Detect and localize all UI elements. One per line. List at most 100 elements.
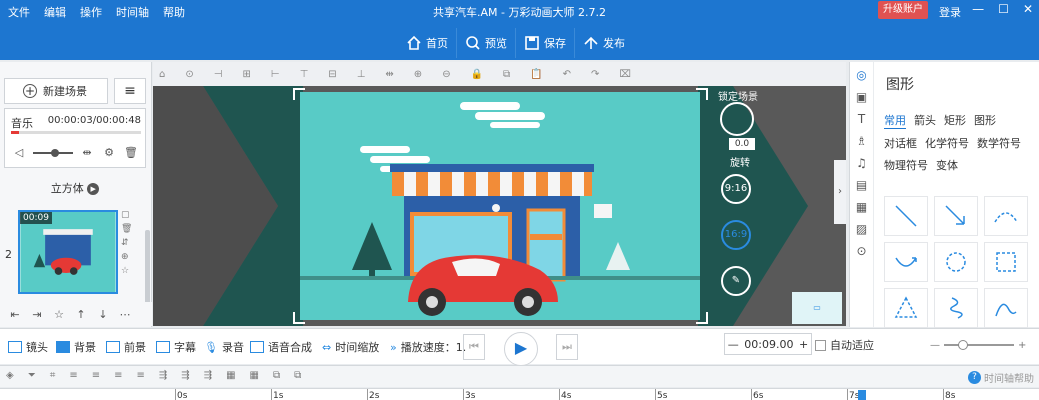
volume-knob[interactable] (51, 149, 59, 157)
delete-scene-icon[interactable]: 🗑 (121, 224, 132, 234)
time-decrease-button[interactable]: — (728, 338, 739, 351)
foreground-button[interactable]: 前景 (106, 339, 146, 355)
login-link[interactable]: 登录 (939, 4, 961, 20)
subtitle-button[interactable]: 字幕 (156, 339, 196, 355)
close-icon[interactable]: ✕ (1023, 2, 1033, 16)
more-options-icon[interactable]: ⊙ (185, 69, 193, 80)
distribute-track2-icon[interactable]: ⇶ (181, 370, 189, 381)
grid2-icon[interactable]: ▦ (250, 370, 259, 381)
play-button[interactable]: ▶ (504, 332, 538, 366)
tts-button[interactable]: 语音合成 (250, 339, 312, 355)
lock-icon[interactable]: 🔒 (471, 69, 483, 80)
canvas-area[interactable]: 锁定场景 0.0 旋转 9:16 16:9 ✎ (153, 86, 846, 326)
minimize-icon[interactable]: — (972, 2, 984, 16)
more-tools-icon[interactable]: ⊙ (856, 244, 866, 258)
timeline-zoom-slider[interactable]: — + (930, 340, 1030, 351)
music-icon[interactable]: ♫ (856, 156, 867, 170)
previous-frame-icon[interactable]: ⏮ (463, 334, 485, 360)
transition-play-icon[interactable]: ▶ (87, 183, 100, 195)
preview-button[interactable]: 预览 (456, 28, 515, 58)
tab-shapes[interactable]: 图形 (974, 112, 996, 129)
zoom-out-icon[interactable]: ⊖ (442, 69, 450, 80)
background-button[interactable]: 背景 (56, 339, 96, 355)
undo-icon[interactable]: ↶ (563, 69, 571, 80)
paste-track-icon[interactable]: ⧉ (294, 370, 301, 381)
photo-icon[interactable]: ▨ (856, 222, 867, 236)
auto-fit-checkbox[interactable] (815, 339, 826, 351)
settings-icon[interactable]: ⚙ (101, 145, 117, 161)
tab-common[interactable]: 常用 (884, 112, 906, 129)
tab-chemistry[interactable]: 化学符号 (925, 135, 969, 151)
grid-icon[interactable]: ▦ (226, 370, 235, 381)
upgrade-account-button[interactable]: 升级账户 (878, 1, 928, 19)
delete-icon[interactable]: 🗑 (123, 145, 139, 161)
arc-shape[interactable] (984, 196, 1028, 236)
favorite-scene-icon[interactable]: ☆ (121, 266, 132, 276)
align-right-icon[interactable]: ⊢ (271, 69, 280, 80)
playhead-marker[interactable] (858, 390, 866, 400)
filter-icon[interactable]: ⏷ (28, 370, 36, 381)
auto-fit-toggle[interactable]: 自动适应 (815, 337, 874, 353)
zoom-in-small-icon[interactable]: + (1018, 340, 1026, 351)
rotation-dial[interactable] (720, 102, 754, 136)
role-icon[interactable]: ♗ (856, 134, 867, 148)
tab-physics[interactable]: 物理符号 (884, 157, 928, 173)
tab-variants[interactable]: 变体 (936, 157, 958, 173)
maximize-icon[interactable]: ☐ (998, 2, 1009, 16)
move-down-icon[interactable]: ↓ (94, 308, 112, 321)
music-progress-track[interactable] (11, 131, 141, 134)
line-shape[interactable] (884, 196, 928, 236)
time-scale-button[interactable]: ⇔ 时间缩放 (322, 339, 379, 355)
gallery-icon[interactable]: ▦ (856, 200, 867, 214)
distribute-track3-icon[interactable]: ⇶ (204, 370, 212, 381)
logo-thumbnail[interactable]: ▭ (792, 292, 842, 324)
keyframe-icon[interactable]: ◈ (6, 370, 14, 381)
transition-row[interactable]: 立方体 ▶ (4, 180, 146, 196)
import-icon[interactable]: ⇤ (6, 308, 24, 321)
arrow-shape[interactable] (934, 196, 978, 236)
shapes-icon[interactable]: ◎ (856, 68, 866, 82)
align-track2-icon[interactable]: ≡ (92, 370, 100, 381)
distribute-track-icon[interactable]: ⇶ (159, 370, 167, 381)
image-icon[interactable]: ▣ (856, 90, 867, 104)
scene-list-menu-icon[interactable]: ≡ (114, 78, 146, 104)
align-left-icon[interactable]: ⊣ (214, 69, 223, 80)
camera-button[interactable]: 镜头 (8, 339, 48, 355)
curve-arrow-shape[interactable] (884, 242, 928, 282)
squiggle-shape[interactable] (934, 288, 978, 328)
lock-scene-label[interactable]: 锁定场景 (718, 88, 758, 103)
move-up-icon[interactable]: ↑ (72, 308, 90, 321)
tab-math[interactable]: 数学符号 (977, 135, 1021, 151)
bubble-icon[interactable]: ▤ (856, 178, 867, 192)
more-icon[interactable]: ⋯ (116, 308, 134, 321)
volume-slider[interactable] (33, 149, 73, 157)
next-frame-icon[interactable]: ⏭ (556, 334, 578, 360)
align-track4-icon[interactable]: ≡ (137, 370, 145, 381)
frame-corner-tl[interactable] (293, 88, 305, 100)
new-scene-button[interactable]: + 新建场景 (4, 78, 108, 104)
zoom-in-icon[interactable]: ⊕ (414, 69, 422, 80)
ratio-916-button[interactable]: 9:16 (721, 174, 751, 204)
align-bottom-icon[interactable]: ⊥ (357, 69, 366, 80)
home-button[interactable]: 首页 (398, 28, 456, 58)
copy-icon[interactable]: ⧉ (503, 69, 510, 80)
tab-arrows[interactable]: 箭头 (914, 112, 936, 129)
ratio-169-button[interactable]: 16:9 (721, 220, 751, 250)
home-view-icon[interactable]: ⌂ (159, 69, 165, 80)
scene-thumbnail[interactable]: 00:09 (18, 210, 118, 294)
align-top-icon[interactable]: ⊤ (300, 69, 309, 80)
volume-icon[interactable]: ◁ (11, 145, 27, 161)
paste-icon[interactable]: 📋 (530, 69, 542, 80)
play-speed-button[interactable]: » 播放速度：1. (390, 339, 466, 355)
zoom-out-small-icon[interactable]: — (930, 340, 940, 351)
clear-icon[interactable]: ⌧ (619, 69, 631, 80)
crop-icon[interactable]: ⌗ (50, 370, 56, 381)
stage-canvas[interactable] (300, 92, 700, 320)
align-track-icon[interactable]: ≡ (69, 370, 77, 381)
circle-dashed-shape[interactable] (934, 242, 978, 282)
tab-dialogs[interactable]: 对话框 (884, 135, 917, 151)
zoom-knob[interactable] (958, 340, 968, 350)
time-increase-button[interactable]: + (799, 338, 808, 351)
time-value[interactable]: 00:09.00 (744, 338, 793, 351)
timeline-ruler[interactable]: 0s 1s 2s 3s 4s 5s 6s 7s 8s (0, 388, 1039, 400)
